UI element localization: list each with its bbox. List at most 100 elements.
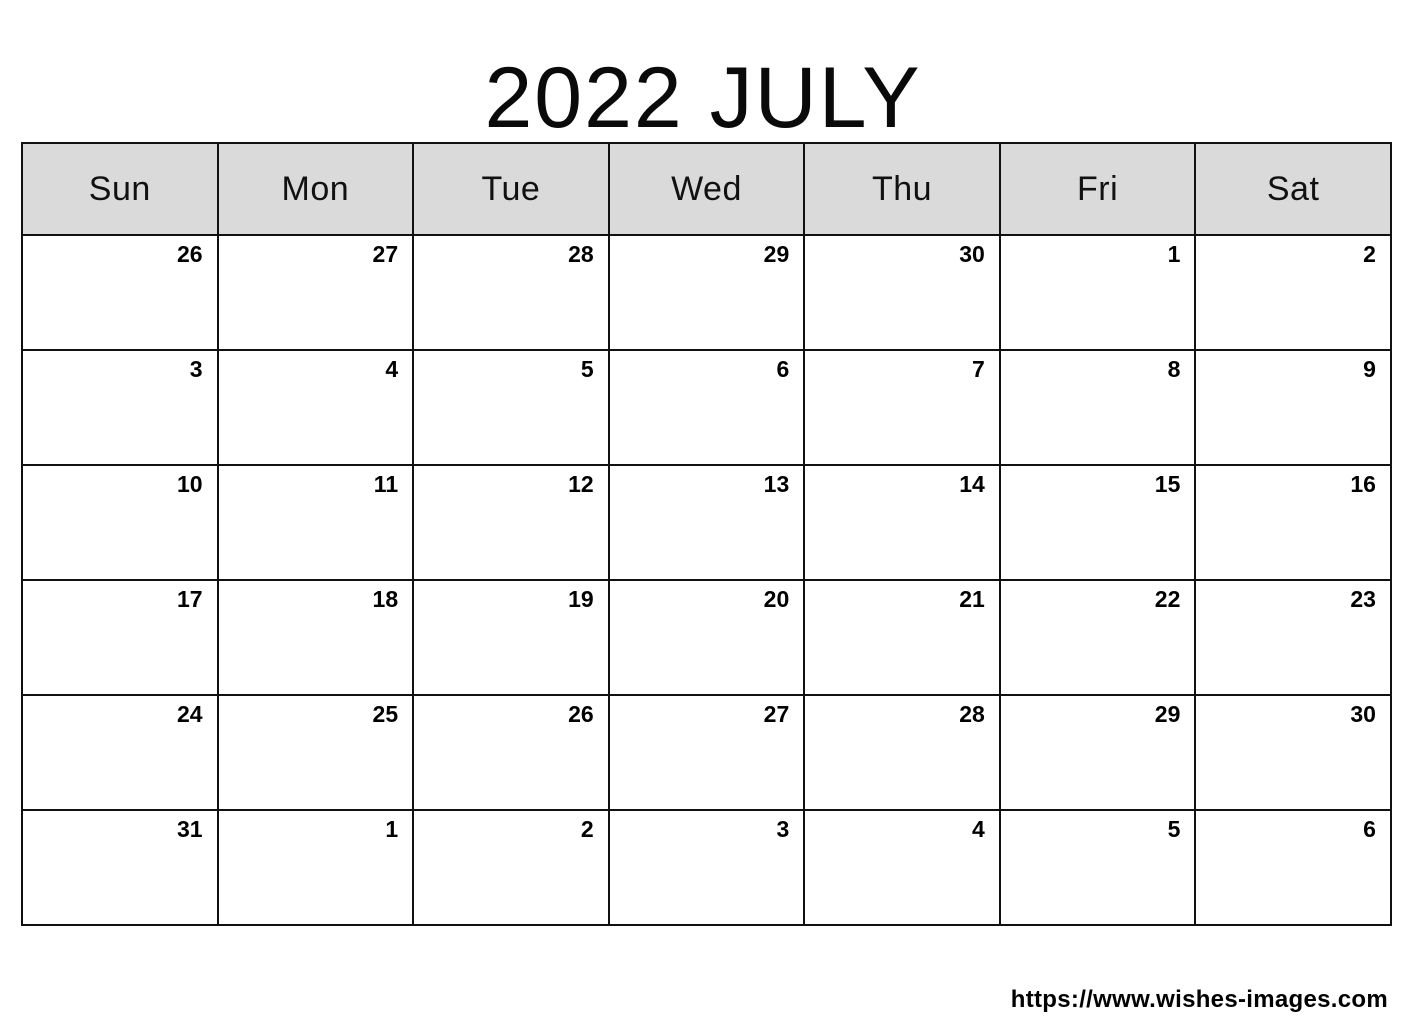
weekday-header-fri: Fri — [998, 142, 1197, 236]
day-number: 5 — [1167, 816, 1181, 842]
source-url[interactable]: https://www.wishes-images.com — [1011, 986, 1388, 1013]
day-cell[interactable]: 5 — [412, 349, 610, 466]
day-number: 6 — [776, 356, 790, 382]
day-number: 30 — [959, 241, 985, 267]
page-title: 2022 JULY — [484, 50, 922, 147]
day-number: 2 — [1363, 241, 1376, 267]
day-number: 29 — [763, 241, 790, 267]
day-cell[interactable]: 22 — [998, 579, 1197, 696]
day-number: 25 — [372, 701, 399, 727]
day-number: 1 — [1167, 241, 1181, 267]
day-number: 19 — [568, 586, 594, 612]
day-number: 10 — [176, 471, 203, 497]
day-cell[interactable]: 15 — [998, 464, 1197, 581]
day-cell[interactable]: 23 — [1194, 579, 1392, 696]
day-cell[interactable]: 9 — [1194, 349, 1392, 466]
day-number: 13 — [763, 471, 790, 497]
day-cell[interactable]: 8 — [998, 349, 1197, 466]
day-number: 26 — [568, 701, 594, 727]
day-number: 3 — [776, 816, 790, 842]
day-cell[interactable]: 21 — [803, 579, 1001, 696]
day-cell[interactable]: 27 — [607, 694, 806, 811]
calendar-week-row: 3 4 5 6 7 8 9 — [21, 349, 1392, 466]
day-cell[interactable]: 25 — [216, 694, 415, 811]
day-cell[interactable]: 3 — [21, 349, 219, 466]
day-cell[interactable]: 2 — [412, 809, 610, 926]
day-cell[interactable]: 14 — [803, 464, 1001, 581]
weekday-header-thu: Thu — [803, 142, 1001, 236]
footer: https://www.wishes-images.com — [0, 986, 1406, 1014]
day-cell[interactable]: 6 — [607, 349, 806, 466]
day-number: 28 — [959, 701, 985, 727]
day-number: 23 — [1350, 586, 1376, 612]
day-cell[interactable]: 17 — [21, 579, 219, 696]
day-number: 22 — [1154, 586, 1181, 612]
weekday-header-tue: Tue — [412, 142, 610, 236]
day-cell[interactable]: 30 — [803, 234, 1001, 351]
day-cell[interactable]: 11 — [216, 464, 415, 581]
day-cell[interactable]: 29 — [998, 694, 1197, 811]
day-number: 15 — [1154, 471, 1181, 497]
day-number: 31 — [176, 816, 203, 842]
day-cell[interactable]: 1 — [216, 809, 415, 926]
day-cell[interactable]: 2 — [1194, 234, 1392, 351]
calendar-grid: Sun Mon Tue Wed Thu Fri Sat 26 27 28 29 … — [21, 142, 1392, 926]
day-cell[interactable]: 20 — [607, 579, 806, 696]
day-number: 16 — [1350, 471, 1376, 497]
day-number: 14 — [959, 471, 985, 497]
day-cell[interactable]: 13 — [607, 464, 806, 581]
day-cell[interactable]: 3 — [607, 809, 806, 926]
day-number: 2 — [580, 816, 594, 842]
weekday-header-mon: Mon — [216, 142, 415, 236]
day-number: 29 — [1154, 701, 1181, 727]
day-cell[interactable]: 27 — [216, 234, 415, 351]
day-cell[interactable]: 18 — [216, 579, 415, 696]
day-number: 21 — [959, 586, 985, 612]
calendar-title-area: 2022 JULY — [0, 0, 1406, 142]
calendar-week-row: 31 1 2 3 4 5 6 — [21, 809, 1392, 926]
calendar-week-row: 24 25 26 27 28 29 30 — [21, 694, 1392, 811]
day-number: 27 — [763, 701, 790, 727]
day-number: 26 — [176, 241, 203, 267]
day-cell[interactable]: 31 — [21, 809, 219, 926]
day-cell[interactable]: 16 — [1194, 464, 1392, 581]
calendar-week-row: 17 18 19 20 21 22 23 — [21, 579, 1392, 696]
day-cell[interactable]: 10 — [21, 464, 219, 581]
day-cell[interactable]: 29 — [607, 234, 806, 351]
calendar-week-row: 10 11 12 13 14 15 16 — [21, 464, 1392, 581]
day-number: 12 — [568, 471, 594, 497]
weekday-header-row: Sun Mon Tue Wed Thu Fri Sat — [21, 142, 1392, 236]
day-cell[interactable]: 7 — [803, 349, 1001, 466]
day-number: 3 — [189, 356, 203, 382]
day-number: 8 — [1167, 356, 1181, 382]
day-cell[interactable]: 30 — [1194, 694, 1392, 811]
day-number: 24 — [176, 701, 203, 727]
day-number: 17 — [176, 586, 203, 612]
day-cell[interactable]: 28 — [412, 234, 610, 351]
day-cell[interactable]: 26 — [21, 234, 219, 351]
day-cell[interactable]: 28 — [803, 694, 1001, 811]
day-number: 11 — [373, 471, 399, 497]
day-cell[interactable]: 4 — [803, 809, 1001, 926]
weekday-header-sun: Sun — [21, 142, 219, 236]
day-cell[interactable]: 4 — [216, 349, 415, 466]
day-number: 9 — [1363, 356, 1376, 382]
day-cell[interactable]: 24 — [21, 694, 219, 811]
day-number: 4 — [972, 816, 985, 842]
day-number: 6 — [1363, 816, 1376, 842]
day-cell[interactable]: 19 — [412, 579, 610, 696]
weekday-header-sat: Sat — [1194, 142, 1392, 236]
day-number: 7 — [972, 356, 985, 382]
day-number: 18 — [372, 586, 399, 612]
calendar-body: 26 27 28 29 30 1 2 3 4 5 6 7 8 9 10 11 1… — [21, 234, 1392, 926]
day-cell[interactable]: 6 — [1194, 809, 1392, 926]
day-number: 4 — [385, 356, 399, 382]
day-cell[interactable]: 5 — [998, 809, 1197, 926]
weekday-header-wed: Wed — [607, 142, 806, 236]
day-cell[interactable]: 26 — [412, 694, 610, 811]
day-cell[interactable]: 12 — [412, 464, 610, 581]
day-cell[interactable]: 1 — [998, 234, 1197, 351]
day-number: 1 — [385, 816, 399, 842]
day-number: 20 — [763, 586, 790, 612]
calendar-week-row: 26 27 28 29 30 1 2 — [21, 234, 1392, 351]
